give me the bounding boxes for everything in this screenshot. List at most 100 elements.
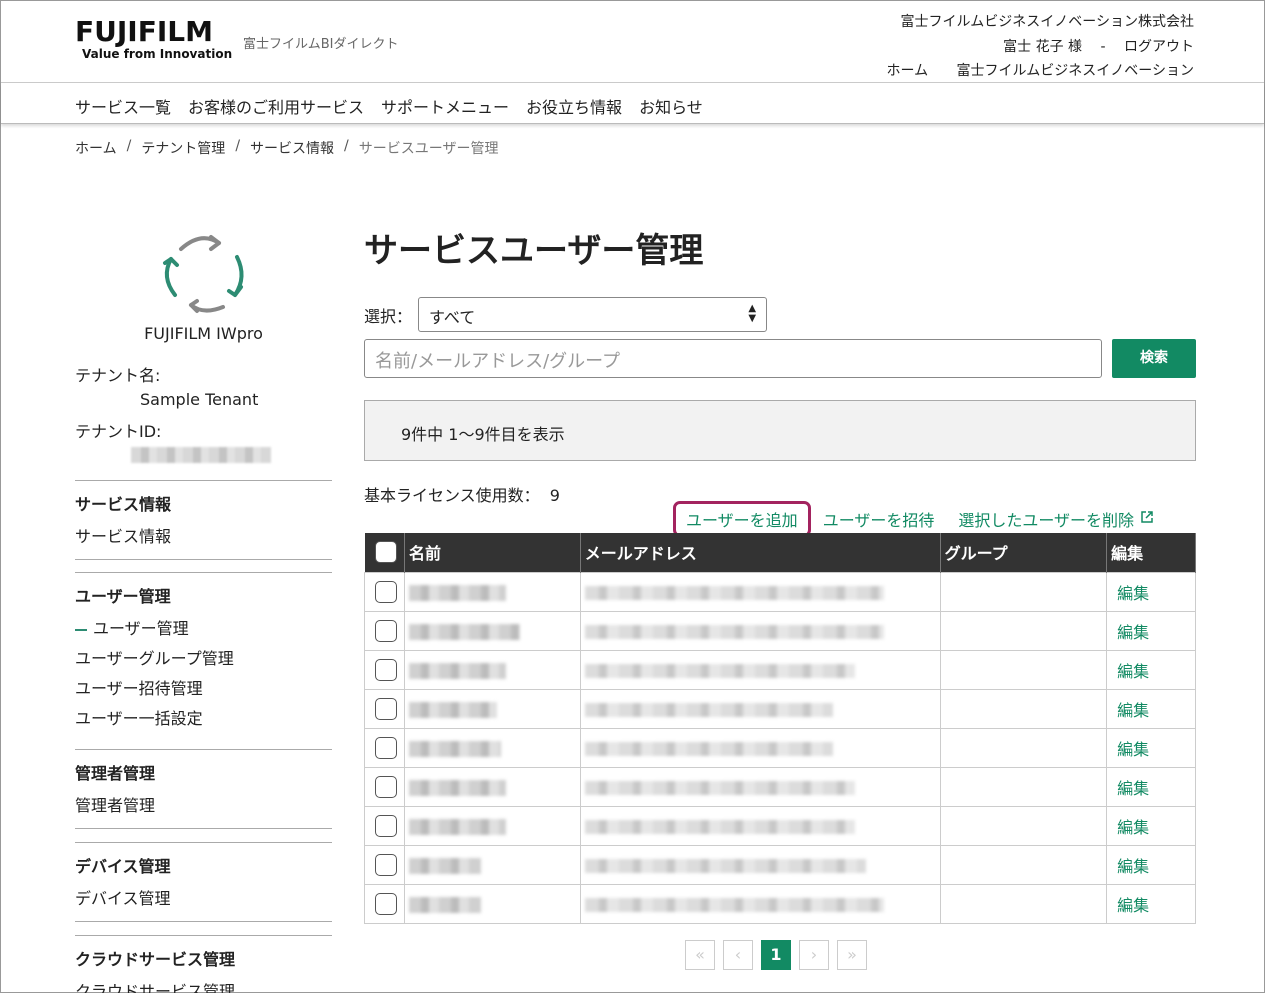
table-row: 編集 (364, 805, 1196, 846)
logout-link[interactable]: ログアウト (1124, 39, 1194, 55)
edit-user-link[interactable]: 編集 (1111, 584, 1149, 603)
row-checkbox[interactable] (375, 814, 397, 837)
row-checkbox-cell (364, 688, 405, 729)
divider (75, 921, 332, 922)
sidebar-item-user-invite-management[interactable]: ユーザー招待管理 (75, 675, 332, 699)
pagination-prev-button[interactable]: ‹ (723, 940, 753, 970)
column-header-edit: 編集 (1106, 533, 1196, 572)
nav-item-news[interactable]: お知らせ (639, 94, 703, 118)
license-label: 基本ライセンス使用数： (364, 486, 540, 505)
logo-tagline: Value from Innovation (82, 47, 233, 61)
nav-item-my-services[interactable]: お客様のご利用サービス (188, 94, 364, 118)
table-header-row: 名前 メールアドレス グループ 編集 (364, 533, 1196, 572)
sidebar-section-title: 管理者管理 (75, 764, 156, 783)
row-checkbox-cell (364, 844, 405, 885)
pagination-last-button[interactable]: » (837, 940, 867, 970)
row-checkbox[interactable] (375, 619, 397, 642)
sidebar-item-user-management[interactable]: ユーザー管理 (75, 615, 332, 639)
edit-user-link[interactable]: 編集 (1111, 818, 1149, 837)
sidebar-item-cloud-service-management[interactable]: クラウドサービス管理 (75, 978, 332, 993)
row-checkbox[interactable] (375, 853, 397, 876)
sidebar-section-title: サービス情報 (75, 495, 172, 514)
sidebar-item-admin-management[interactable]: 管理者管理 (75, 792, 332, 816)
breadcrumb-current: サービスユーザー管理 (358, 141, 499, 157)
user-email-redacted (584, 858, 866, 873)
edit-user-link[interactable]: 編集 (1111, 779, 1149, 798)
brand-text: 富士フイルムBIダイレクト (243, 37, 399, 52)
edit-cell: 編集 (1106, 571, 1196, 612)
edit-user-link[interactable]: 編集 (1111, 662, 1149, 681)
user-group-cell (939, 727, 1108, 768)
header-link-company[interactable]: 富士フイルムビジネスイノベーション (957, 63, 1194, 79)
tenant-name-label: テナント名: (75, 366, 161, 385)
header-link-home[interactable]: ホーム (887, 63, 929, 79)
user-group-cell (939, 766, 1108, 807)
user-group-cell (939, 571, 1108, 612)
user-group-cell (939, 610, 1108, 651)
row-checkbox-cell (364, 805, 405, 846)
user-name-redacted (408, 857, 481, 874)
select-updown-icon: ▲ ▼ (748, 303, 757, 324)
search-input[interactable]: 名前/メールアドレス/グループ (364, 339, 1102, 378)
nav-item-service-list[interactable]: サービス一覧 (75, 94, 171, 118)
filter-select[interactable]: すべて ▲ ▼ (418, 297, 768, 332)
edit-user-link[interactable]: 編集 (1111, 623, 1149, 642)
user-name-cell (403, 766, 581, 807)
user-email-redacted (584, 585, 884, 600)
tenant-id-redacted (131, 447, 271, 463)
edit-cell: 編集 (1106, 766, 1196, 807)
result-count-box: 9件中 1〜9件目を表示 (364, 400, 1196, 461)
sidebar-section-title: デバイス管理 (75, 857, 171, 876)
user-name-redacted (408, 740, 501, 757)
row-checkbox-cell (364, 649, 405, 690)
select-all-checkbox[interactable] (374, 541, 397, 564)
row-checkbox[interactable] (375, 892, 397, 915)
fujifilm-logo[interactable]: FUJIFILM Value from Innovation (75, 17, 233, 62)
row-checkbox[interactable] (375, 658, 397, 681)
recycle-arrows-icon (163, 235, 244, 313)
table-row: 編集 (364, 727, 1196, 768)
breadcrumb-service-info[interactable]: サービス情報 (250, 138, 334, 158)
user-name-cell (403, 844, 581, 885)
pagination-next-button[interactable]: › (799, 940, 829, 970)
edit-user-link[interactable]: 編集 (1111, 740, 1149, 759)
table-row: 編集 (364, 883, 1196, 924)
divider (75, 480, 332, 481)
divider (75, 935, 332, 936)
edit-user-link[interactable]: 編集 (1111, 701, 1149, 720)
user-name-cell (403, 883, 581, 924)
select-label: 選択： (364, 306, 413, 326)
invite-user-link[interactable]: ユーザーを招待 (823, 507, 935, 531)
edit-cell: 編集 (1106, 610, 1196, 651)
search-button[interactable]: 検索 (1112, 339, 1196, 378)
edit-user-link[interactable]: 編集 (1111, 857, 1149, 876)
user-name-redacted (408, 779, 506, 796)
nav-item-support-menu[interactable]: サポートメニュー (381, 94, 509, 118)
add-user-link[interactable]: ユーザーを追加 (673, 501, 811, 537)
row-checkbox[interactable] (375, 775, 397, 798)
sidebar-item-user-bulk-settings[interactable]: ユーザー一括設定 (75, 705, 332, 729)
site-header: FUJIFILM Value from Innovation 富士フイルムBIダ… (1, 1, 1264, 83)
row-checkbox-cell (364, 610, 405, 651)
user-email-cell (579, 805, 941, 846)
delete-selected-users-link[interactable]: 選択したユーザーを削除 (958, 507, 1134, 531)
sidebar-item-device-management[interactable]: デバイス管理 (75, 885, 332, 909)
pagination-first-button[interactable]: « (685, 940, 715, 970)
divider (75, 749, 332, 750)
company-name: 富士フイルムビジネスイノベーション株式会社 (900, 14, 1194, 30)
sidebar-item-user-group-management[interactable]: ユーザーグループ管理 (75, 645, 332, 669)
pagination-page-1[interactable]: 1 (761, 940, 791, 970)
user-name-cell (403, 571, 581, 612)
user-email-redacted (584, 819, 855, 834)
user-name-redacted (408, 818, 506, 835)
user-name: 富士 花子 様 (1003, 39, 1083, 55)
row-checkbox[interactable] (375, 697, 397, 720)
edit-user-link[interactable]: 編集 (1111, 896, 1149, 915)
breadcrumb-tenant[interactable]: テナント管理 (141, 138, 225, 158)
breadcrumb-home[interactable]: ホーム (75, 138, 117, 158)
sidebar-item-service-info[interactable]: サービス情報 (75, 523, 332, 547)
row-checkbox[interactable] (375, 580, 397, 603)
header-links: ホーム 富士フイルムビジネスイノベーション (863, 60, 1195, 80)
row-checkbox[interactable] (375, 736, 397, 759)
nav-item-useful-info[interactable]: お役立ち情報 (526, 94, 622, 118)
